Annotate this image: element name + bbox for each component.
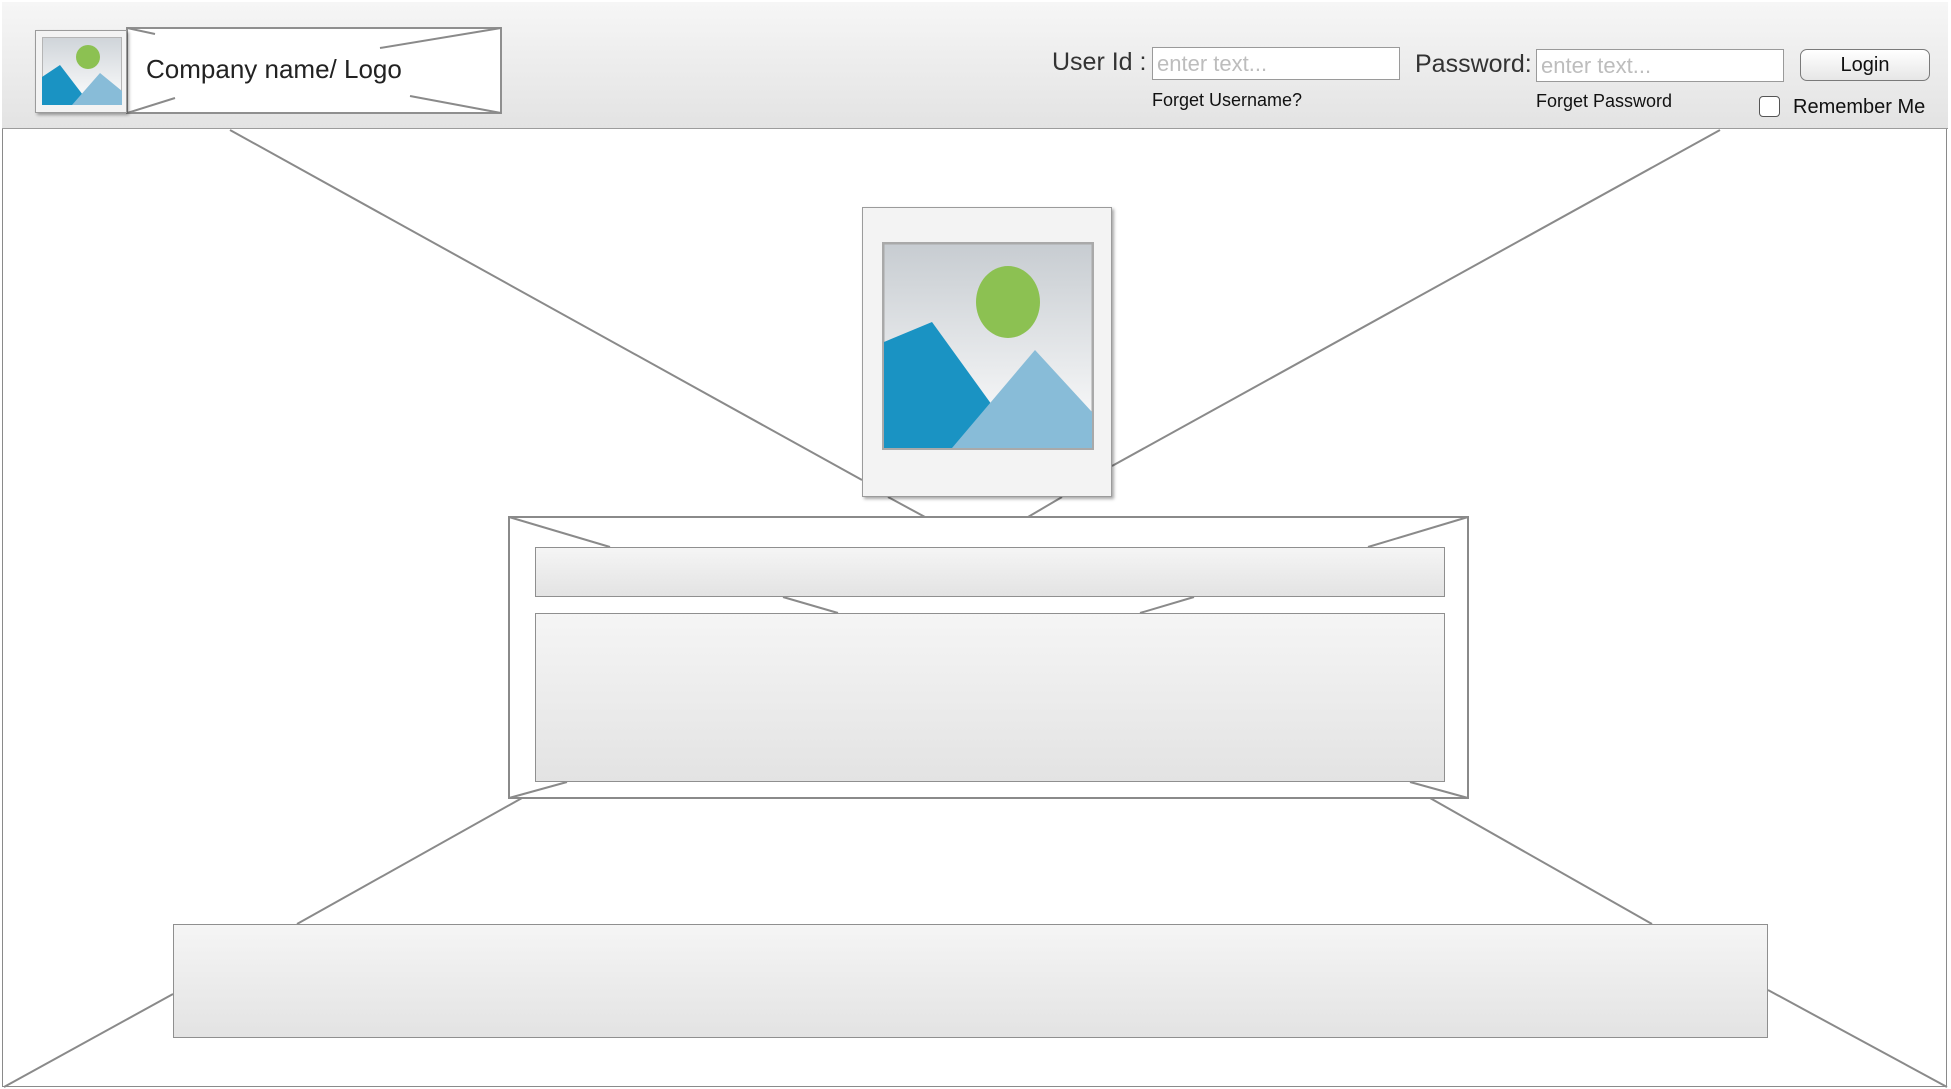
image-placeholder-icon <box>42 37 122 105</box>
bottom-banner <box>173 924 1768 1038</box>
wireframe-page: Company name/ Logo User Id : Forget User… <box>0 0 1951 1089</box>
forgot-username-link[interactable]: Forget Username? <box>1152 90 1302 111</box>
forgot-password-link[interactable]: Forget Password <box>1536 91 1672 112</box>
content-body-box <box>535 613 1445 782</box>
image-placeholder-icon <box>882 242 1094 450</box>
remember-me-checkbox[interactable] <box>1759 96 1780 117</box>
remember-me-label[interactable]: Remember Me <box>1793 96 1925 119</box>
hero-image <box>862 207 1112 497</box>
logo-image <box>35 30 127 113</box>
content-title-bar <box>535 547 1445 597</box>
login-button[interactable]: Login <box>1800 49 1930 81</box>
user-id-input[interactable] <box>1152 47 1400 80</box>
password-label: Password: <box>1415 50 1532 78</box>
user-id-label: User Id : <box>1052 48 1147 76</box>
company-logo-text: Company name/ Logo <box>146 54 402 84</box>
password-input[interactable] <box>1536 49 1784 82</box>
